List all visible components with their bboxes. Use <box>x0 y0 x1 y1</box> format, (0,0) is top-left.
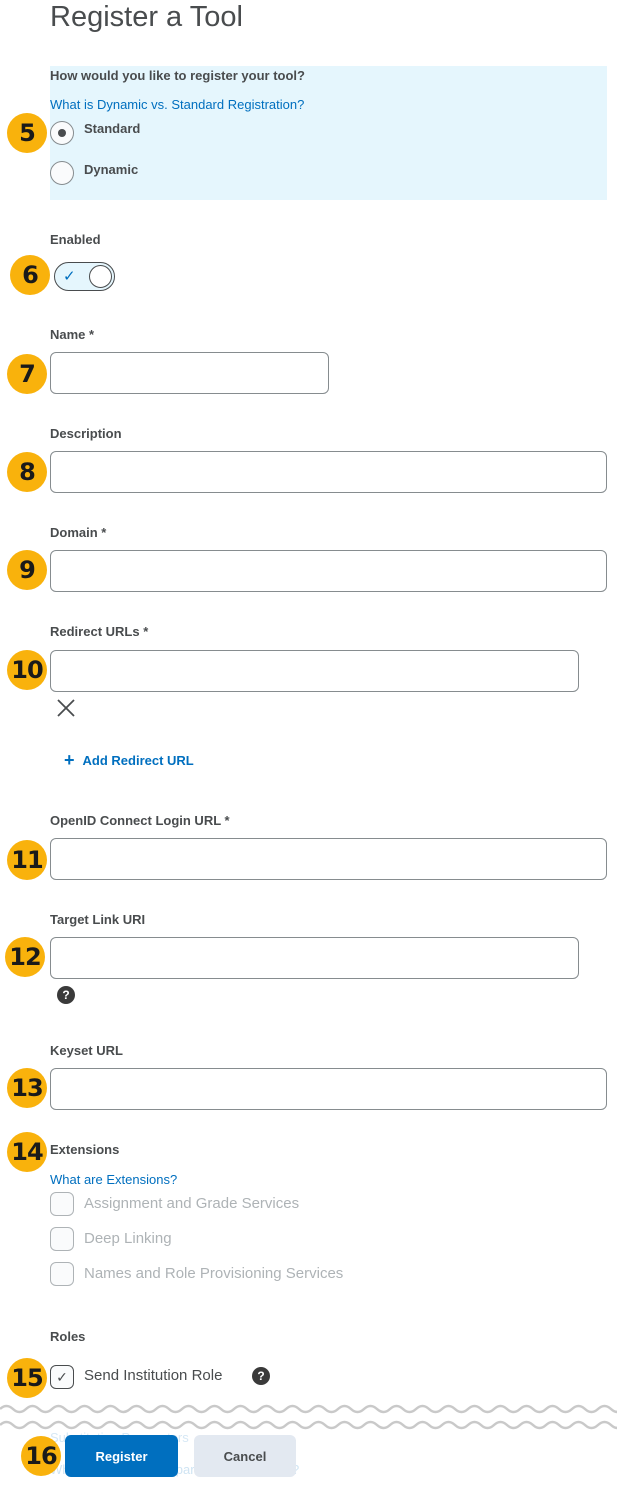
page-title: Register a Tool <box>50 1 243 33</box>
step-badge-10: 10 <box>7 650 47 690</box>
what-are-extensions-link[interactable]: What are Extensions? <box>50 1172 177 1187</box>
remove-redirect-url-icon[interactable] <box>55 697 77 719</box>
plus-icon: + <box>64 750 75 770</box>
registration-question: How would you like to register your tool… <box>50 68 305 83</box>
step-badge-14: 14 <box>7 1132 47 1172</box>
enabled-label: Enabled <box>50 232 101 247</box>
step-badge-6: 6 <box>10 255 50 295</box>
checkbox-send-institution-role[interactable]: ✓ <box>50 1365 74 1389</box>
redirect-urls-label: Redirect URLs * <box>50 624 149 639</box>
step-badge-7: 7 <box>7 354 47 394</box>
check-icon: ✓ <box>63 268 76 285</box>
domain-input[interactable] <box>50 550 607 592</box>
name-label: Name * <box>50 327 95 342</box>
enabled-toggle[interactable]: ✓ <box>54 262 115 291</box>
assignment-grade-services-label: Assignment and Grade Services <box>84 1195 300 1212</box>
step-badge-9: 9 <box>7 550 47 590</box>
deep-linking-label: Deep Linking <box>84 1230 172 1247</box>
add-redirect-url-button[interactable]: + Add Redirect URL <box>64 750 194 771</box>
redirect-url-input[interactable] <box>50 650 579 692</box>
checkbox-names-role-provisioning[interactable] <box>50 1262 74 1286</box>
name-input[interactable] <box>50 352 329 394</box>
check-icon: ✓ <box>56 1368 68 1385</box>
step-badge-16: 16 <box>21 1436 61 1476</box>
step-badge-11: 11 <box>7 840 47 880</box>
openid-login-url-label: OpenID Connect Login URL * <box>50 813 230 828</box>
checkbox-assignment-grade-services[interactable] <box>50 1192 74 1216</box>
checkbox-deep-linking[interactable] <box>50 1227 74 1251</box>
radio-standard-label: Standard <box>84 121 141 136</box>
toggle-knob <box>89 265 112 288</box>
add-redirect-url-label: Add Redirect URL <box>82 753 194 768</box>
step-badge-5: 5 <box>7 113 47 153</box>
send-institution-role-help-icon[interactable]: ? <box>252 1367 270 1385</box>
description-input[interactable] <box>50 451 607 493</box>
names-role-provisioning-label: Names and Role Provisioning Services <box>84 1265 344 1282</box>
description-label: Description <box>50 426 122 441</box>
dynamic-vs-standard-help-link[interactable]: What is Dynamic vs. Standard Registratio… <box>50 97 304 112</box>
step-badge-12: 12 <box>5 937 45 977</box>
radio-dynamic[interactable] <box>50 161 74 185</box>
radio-dynamic-label: Dynamic <box>84 162 139 177</box>
roles-label: Roles <box>50 1329 86 1344</box>
radio-selected-dot <box>58 129 66 137</box>
extensions-label: Extensions <box>50 1142 120 1157</box>
step-badge-15: 15 <box>7 1358 47 1398</box>
cancel-button[interactable]: Cancel <box>194 1435 296 1477</box>
domain-label: Domain * <box>50 525 107 540</box>
openid-login-url-input[interactable] <box>50 838 607 880</box>
keyset-url-label: Keyset URL <box>50 1043 123 1058</box>
send-institution-role-label: Send Institution Role <box>84 1367 223 1384</box>
page-break-wave-top <box>0 1404 617 1414</box>
radio-standard[interactable] <box>50 121 74 145</box>
register-button[interactable]: Register <box>65 1435 178 1477</box>
target-link-uri-label: Target Link URI <box>50 912 146 927</box>
target-link-uri-input[interactable] <box>50 937 579 979</box>
target-link-uri-help-icon[interactable]: ? <box>57 986 75 1004</box>
keyset-url-input[interactable] <box>50 1068 607 1110</box>
step-badge-13: 13 <box>7 1068 47 1108</box>
step-badge-8: 8 <box>7 452 47 492</box>
